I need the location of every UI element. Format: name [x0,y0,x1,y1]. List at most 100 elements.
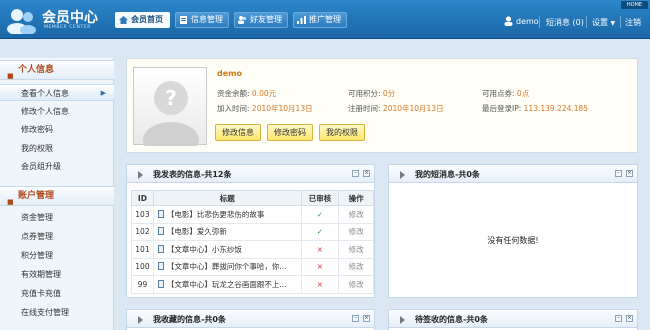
sidebar-item-edit-profile[interactable]: 修改个人信息 [0,103,114,120]
row-title-link[interactable]: 【电影】比悲伤更悲伤的故事 [152,205,302,224]
current-username[interactable]: demo [516,17,539,26]
logout-link[interactable]: 注销 [625,17,641,28]
panel-title: 待签收的信息-共0条 [415,315,488,324]
home-icon [119,16,128,24]
sidebar-item-funds[interactable]: 资金管理 [0,209,114,226]
user-icon [504,16,513,26]
coupons-value: 0点 [516,89,530,98]
column-header-title: 标题 [152,190,302,206]
panel-header: 待签收的信息-共0条 – × [389,310,637,328]
coupons-info: 可用点券: 0点 [482,89,530,98]
close-icon[interactable]: × [626,315,633,322]
tab-friend-management[interactable]: 好友管理 [234,12,288,28]
panel-header: 我收藏的信息-共0条 – × [127,310,374,328]
minimize-icon[interactable]: – [615,315,622,322]
column-header-approved: 已审核 [300,190,340,206]
register-time-info: 注册时间: 2010年10月13日 [348,104,444,113]
logo-subtitle: MEMBER CENTER [44,25,91,30]
join-time-info: 加入时间: 2010年10月13日 [217,104,313,113]
edit-link[interactable]: 修改 [338,240,374,259]
triangle-icon [400,171,405,179]
my-permissions-button[interactable]: 我的权限 [319,124,365,141]
empty-message: 没有任何数据! [487,236,539,245]
panel-header: 我发表的信息-共12条 – × [127,165,374,183]
sidebar-item-points[interactable]: 积分管理 [0,247,114,264]
not-approved-x-icon: × [300,257,340,276]
edit-link[interactable]: 修改 [338,205,374,224]
published-info-panel: 我发表的信息-共12条 – × ID 标题 已审核 操作 103 【电影】比悲伤… [126,164,375,298]
short-messages-link[interactable]: 短消息 (0) [546,17,584,28]
minimize-icon[interactable]: – [352,315,359,322]
logo-title: 会员中心 [42,10,98,26]
document-icon [157,209,164,218]
arrow-right-icon: ▶ [100,89,106,97]
minimize-icon[interactable]: – [615,170,622,177]
sidebar-item-coupons[interactable]: 点券管理 [0,228,114,245]
short-messages-panel: 我的短消息-共0条 – × 没有任何数据! [388,164,638,298]
divider [620,16,621,28]
panel-title: 我的短消息-共0条 [415,170,480,179]
document-icon [157,262,164,271]
triangle-icon [138,316,143,324]
document-icon [157,227,164,236]
row-title-link[interactable]: 【文章中心】葬拔问你个事哈，你... [152,257,302,276]
column-header-action: 操作 [338,190,374,206]
sidebar-item-recharge-card[interactable]: 充值卡充值 [0,285,114,302]
sidebar-item-view-profile[interactable]: 查看个人信息 ▶ [0,84,114,101]
edit-link[interactable]: 修改 [338,275,374,294]
sidebar-item-change-password[interactable]: 修改密码 [0,121,114,138]
row-title-link[interactable]: 【文章中心】小东纱饭 [152,240,302,259]
table-row: 99 【文章中心】玩龙之谷画面跟不上... × 修改 [131,275,374,294]
row-title-link[interactable]: 【电影】爱久弥新 [152,222,302,241]
sidebar-section-account: ■ 账户管理 [0,186,114,206]
favorites-panel: 我收藏的信息-共0条 – × [126,309,375,330]
triangle-icon [138,171,143,179]
approved-check-icon: ✓ [300,205,340,224]
edit-link[interactable]: 修改 [338,257,374,276]
close-icon[interactable]: × [363,170,370,177]
document-icon [157,279,164,288]
settings-menu[interactable]: 设置 ▼ [592,17,615,28]
balance-info: 资金余额: 0.00元 [217,89,277,98]
last-login-ip-value: 113.139.224.185 [523,104,589,113]
caret-down-icon: ▼ [610,20,616,27]
default-avatar-icon: ? [143,81,199,158]
pending-sign-panel: 待签收的信息-共0条 – × [388,309,638,330]
published-table: ID 标题 已审核 操作 103 【电影】比悲伤更悲伤的故事 ✓ 修改 102 … [131,190,374,294]
points-value: 0分 [382,89,396,98]
sidebar-item-online-payment[interactable]: 在线支付管理 [0,304,114,321]
chart-icon [297,16,306,24]
tab-info-management[interactable]: 信息管理 [175,12,229,28]
bullet-icon: ■ [7,72,14,80]
sidebar-item-validity[interactable]: 有效期管理 [0,266,114,283]
profile-username: demo [217,69,242,78]
sidebar-item-upgrade-group[interactable]: 会员组升级 [0,158,114,175]
edit-info-button[interactable]: 修改信息 [215,124,261,141]
panel-header: 我的短消息-共0条 – × [389,165,637,183]
divider [586,16,587,28]
not-approved-x-icon: × [300,275,340,294]
tab-promotion-management[interactable]: 推广管理 [293,12,347,28]
last-login-ip-info: 最后登录IP: 113.139.224.185 [482,104,589,113]
document-icon [157,244,164,253]
balance-value: 0.00元 [251,89,277,98]
table-row: 102 【电影】爱久弥新 ✓ 修改 [131,222,374,241]
minimize-icon[interactable]: – [352,170,359,177]
avatar: ? [133,67,207,158]
triangle-icon [400,316,405,324]
change-password-button[interactable]: 修改密码 [267,124,313,141]
sidebar-item-permissions[interactable]: 我的权限 [0,140,114,157]
svg-text:?: ? [165,86,177,110]
close-icon[interactable]: × [363,315,370,322]
row-title-link[interactable]: 【文章中心】玩龙之谷画面跟不上... [152,275,302,294]
approved-check-icon: ✓ [300,222,340,241]
users-logo-icon [7,9,36,34]
sidebar: ■ 个人信息 查看个人信息 ▶ 修改个人信息 修改密码 我的权限 会员组升级 ■… [0,58,114,330]
edit-link[interactable]: 修改 [338,222,374,241]
join-time-value: 2010年10月13日 [251,104,313,113]
home-link[interactable]: HOME [621,1,648,9]
points-info: 可用积分: 0分 [348,89,396,98]
close-icon[interactable]: × [626,170,633,177]
tab-member-home[interactable]: 会员首页 [115,12,170,28]
top-header: 会员中心 MEMBER CENTER 会员首页 信息管理 好友管理 推广管理 H… [0,0,650,39]
